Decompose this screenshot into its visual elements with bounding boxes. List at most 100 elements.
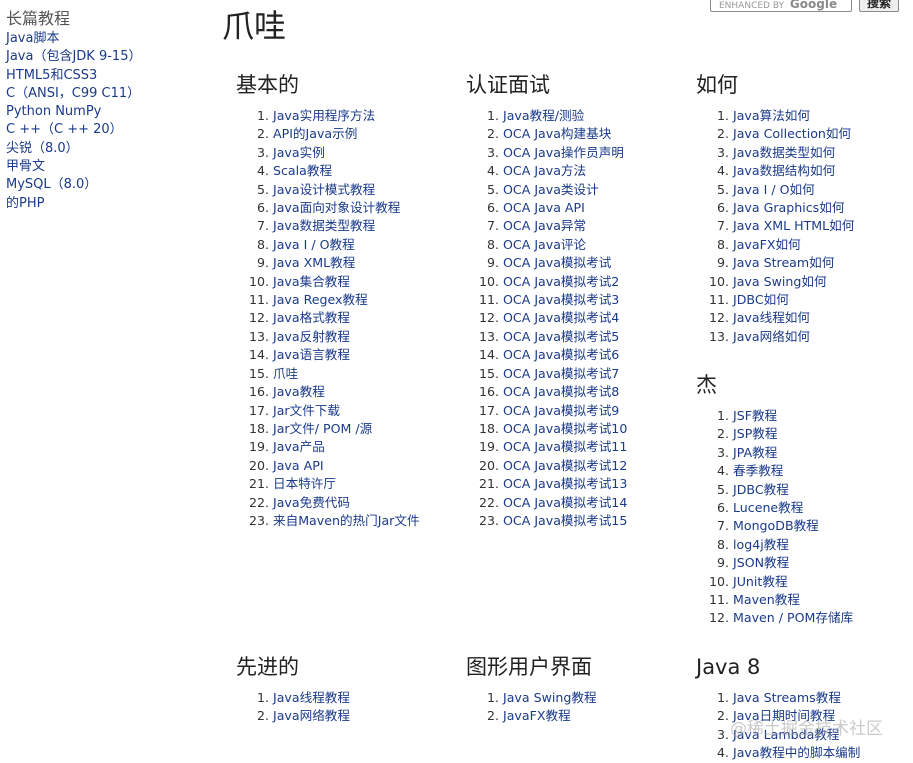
tutorial-link[interactable]: OCA Java模拟考试8 — [503, 383, 686, 401]
search-input[interactable]: ENHANCED BY Google — [710, 0, 852, 12]
sidebar-item[interactable]: MySQL（8.0） — [6, 176, 176, 194]
tutorial-link-label[interactable]: Java语言教程 — [273, 347, 350, 362]
tutorial-link[interactable]: Java Collection如何 — [733, 125, 913, 143]
tutorial-link-label[interactable]: JavaFX如何 — [733, 237, 801, 252]
tutorial-link-label[interactable]: OCA Java模拟考试14 — [503, 495, 627, 510]
sidebar-item[interactable]: 的PHP — [6, 195, 176, 213]
tutorial-link-label[interactable]: OCA Java API — [503, 200, 585, 215]
tutorial-link-label[interactable]: Java I / O教程 — [273, 237, 355, 252]
tutorial-link-label[interactable]: MongoDB教程 — [733, 518, 819, 533]
tutorial-link[interactable]: API的Java示例 — [273, 125, 456, 143]
tutorial-link-label[interactable]: JDBC教程 — [733, 482, 789, 497]
tutorial-link-label[interactable]: JUnit教程 — [733, 574, 788, 589]
tutorial-link-label[interactable]: JPA教程 — [733, 445, 777, 460]
tutorial-link-label[interactable]: 日本特许厅 — [273, 476, 336, 491]
tutorial-link[interactable]: JDBC教程 — [733, 481, 913, 499]
tutorial-link[interactable]: Java实例 — [273, 144, 456, 162]
tutorial-link-label[interactable]: Lucene教程 — [733, 500, 803, 515]
tutorial-link[interactable]: Java格式教程 — [273, 309, 456, 327]
tutorial-link[interactable]: JSON教程 — [733, 554, 913, 572]
tutorial-link-label[interactable]: Java Stream如何 — [733, 255, 834, 270]
tutorial-link[interactable]: OCA Java模拟考试14 — [503, 494, 686, 512]
tutorial-link-label[interactable]: OCA Java模拟考试13 — [503, 476, 627, 491]
tutorial-link[interactable]: Java教程/测验 — [503, 107, 686, 125]
tutorial-link[interactable]: Java语言教程 — [273, 346, 456, 364]
tutorial-link-label[interactable]: Java网络如何 — [733, 329, 810, 344]
tutorial-link-label[interactable]: Java I / O如何 — [733, 182, 815, 197]
tutorial-link[interactable]: Java免费代码 — [273, 494, 456, 512]
tutorial-link-label[interactable]: 春季教程 — [733, 463, 783, 478]
tutorial-link[interactable]: OCA Java模拟考试2 — [503, 273, 686, 291]
tutorial-link[interactable]: OCA Java模拟考试12 — [503, 457, 686, 475]
sidebar-item[interactable]: C（ANSI，C99 C11） — [6, 85, 176, 103]
tutorial-link[interactable]: Java Streams教程 — [733, 689, 913, 707]
tutorial-link-label[interactable]: JavaFX教程 — [503, 708, 571, 723]
sidebar-item[interactable]: C ++（C ++ 20） — [6, 121, 176, 139]
tutorial-link[interactable]: Java XML HTML如何 — [733, 217, 913, 235]
tutorial-link-label[interactable]: Java Graphics如何 — [733, 200, 844, 215]
tutorial-link-label[interactable]: JSF教程 — [733, 408, 777, 423]
search-button[interactable]: 搜索 — [859, 0, 899, 12]
tutorial-link[interactable]: Java数据结构如何 — [733, 162, 913, 180]
tutorial-link-label[interactable]: Java Regex教程 — [273, 292, 368, 307]
tutorial-link[interactable]: log4j教程 — [733, 536, 913, 554]
tutorial-link-label[interactable]: Java面向对象设计教程 — [273, 200, 400, 215]
tutorial-link-label[interactable]: OCA Java模拟考试8 — [503, 384, 619, 399]
sidebar-item[interactable]: HTML5和CSS3 — [6, 67, 176, 85]
tutorial-link-label[interactable]: Java设计模式教程 — [273, 182, 375, 197]
tutorial-link[interactable]: 春季教程 — [733, 462, 913, 480]
tutorial-link[interactable]: OCA Java模拟考试13 — [503, 475, 686, 493]
tutorial-link[interactable]: Java算法如何 — [733, 107, 913, 125]
tutorial-link[interactable]: Java线程如何 — [733, 309, 913, 327]
tutorial-link-label[interactable]: JSP教程 — [733, 426, 778, 441]
tutorial-link-label[interactable]: Java教程 — [273, 384, 325, 399]
tutorial-link[interactable]: JavaFX教程 — [503, 707, 686, 725]
tutorial-link[interactable]: Maven / POM存储库 — [733, 609, 913, 627]
tutorial-link[interactable]: OCA Java模拟考试3 — [503, 291, 686, 309]
sidebar-item[interactable]: Java脚本 — [6, 30, 176, 48]
tutorial-link[interactable]: Java Stream如何 — [733, 254, 913, 272]
tutorial-link[interactable]: 来自Maven的热门Jar文件 — [273, 512, 456, 530]
tutorial-link-label[interactable]: OCA Java模拟考试10 — [503, 421, 627, 436]
tutorial-link-label[interactable]: Java实例 — [273, 145, 325, 160]
tutorial-link[interactable]: Java产品 — [273, 438, 456, 456]
tutorial-link-label[interactable]: OCA Java方法 — [503, 163, 586, 178]
tutorial-link[interactable]: OCA Java模拟考试 — [503, 254, 686, 272]
tutorial-link[interactable]: Jar文件下载 — [273, 402, 456, 420]
tutorial-link[interactable]: Java Swing教程 — [503, 689, 686, 707]
tutorial-link-label[interactable]: Java教程/测验 — [503, 108, 584, 123]
tutorial-link[interactable]: OCA Java评论 — [503, 236, 686, 254]
tutorial-link[interactable]: OCA Java类设计 — [503, 181, 686, 199]
tutorial-link[interactable]: OCA Java API — [503, 199, 686, 217]
tutorial-link-label[interactable]: OCA Java异常 — [503, 218, 586, 233]
tutorial-link-label[interactable]: Java反射教程 — [273, 329, 350, 344]
tutorial-link[interactable]: Java I / O教程 — [273, 236, 456, 254]
tutorial-link-label[interactable]: OCA Java操作员声明 — [503, 145, 624, 160]
tutorial-link[interactable]: Java教程中的脚本编制 — [733, 744, 913, 762]
tutorial-link[interactable]: MongoDB教程 — [733, 517, 913, 535]
tutorial-link-label[interactable]: OCA Java模拟考试12 — [503, 458, 627, 473]
tutorial-link-label[interactable]: Java教程中的脚本编制 — [733, 745, 860, 760]
tutorial-link-label[interactable]: OCA Java评论 — [503, 237, 586, 252]
tutorial-link[interactable]: JDBC如何 — [733, 291, 913, 309]
tutorial-link-label[interactable]: Java线程教程 — [273, 690, 350, 705]
tutorial-link[interactable]: OCA Java模拟考试9 — [503, 402, 686, 420]
tutorial-link-label[interactable]: OCA Java模拟考试15 — [503, 513, 627, 528]
tutorial-link[interactable]: Java反射教程 — [273, 328, 456, 346]
tutorial-link-label[interactable]: Java数据类型教程 — [273, 218, 375, 233]
tutorial-link[interactable]: Java XML教程 — [273, 254, 456, 272]
tutorial-link[interactable]: Lucene教程 — [733, 499, 913, 517]
tutorial-link[interactable]: OCA Java模拟考试10 — [503, 420, 686, 438]
tutorial-link-label[interactable]: OCA Java类设计 — [503, 182, 599, 197]
tutorial-link[interactable]: OCA Java模拟考试15 — [503, 512, 686, 530]
tutorial-link-label[interactable]: Java线程如何 — [733, 310, 810, 325]
tutorial-link-label[interactable]: Java Swing教程 — [503, 690, 597, 705]
tutorial-link[interactable]: Jar文件/ POM /源 — [273, 420, 456, 438]
tutorial-link-label[interactable]: Java数据类型如何 — [733, 145, 835, 160]
sidebar-item[interactable]: Java（包含JDK 9-15） — [6, 48, 176, 66]
tutorial-link[interactable]: Java API — [273, 457, 456, 475]
tutorial-link-label[interactable]: OCA Java模拟考试9 — [503, 403, 619, 418]
tutorial-link-label[interactable]: log4j教程 — [733, 537, 789, 552]
tutorial-link-label[interactable]: Java集合教程 — [273, 274, 350, 289]
tutorial-link-label[interactable]: OCA Java模拟考试6 — [503, 347, 619, 362]
